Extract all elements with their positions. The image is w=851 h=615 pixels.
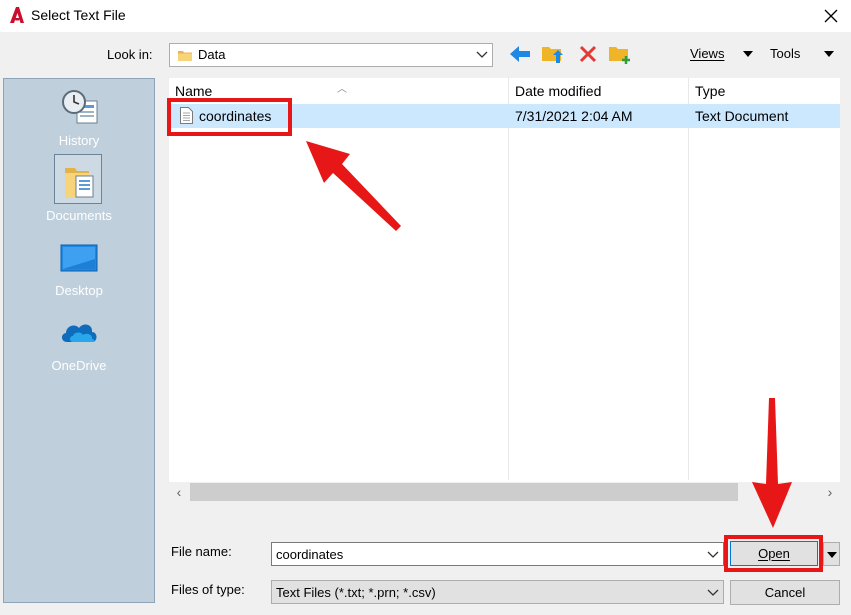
- type-cell: Text Document: [695, 108, 789, 124]
- up-one-level-button[interactable]: [541, 41, 565, 65]
- views-menu-button[interactable]: Views: [690, 46, 724, 61]
- files-of-type-label: Files of type:: [171, 582, 245, 597]
- files-of-type-dropdown[interactable]: Text Files (*.txt; *.prn; *.csv): [271, 580, 724, 604]
- scroll-left-icon[interactable]: ‹: [171, 484, 187, 500]
- place-onedrive[interactable]: OneDrive: [4, 306, 154, 378]
- look-in-label: Look in:: [107, 47, 153, 62]
- column-header-type[interactable]: Type: [689, 78, 840, 104]
- chevron-down-icon[interactable]: [706, 584, 720, 600]
- desktop-icon: [60, 244, 98, 272]
- place-label: OneDrive: [51, 358, 107, 373]
- sort-ascending-icon: ︿: [337, 84, 347, 95]
- place-desktop[interactable]: Desktop: [4, 231, 154, 303]
- documents-icon: [65, 168, 94, 198]
- column-divider: [508, 78, 509, 480]
- folder-icon: [178, 51, 192, 61]
- chevron-down-icon[interactable]: [706, 546, 720, 562]
- look-in-value: Data: [198, 47, 226, 62]
- back-button[interactable]: [508, 42, 532, 66]
- caret-down-icon[interactable]: [824, 50, 834, 58]
- places-bar: History Documents Desktop OneDrive: [3, 78, 155, 603]
- tools-menu-button[interactable]: Tools: [770, 46, 800, 61]
- onedrive-icon: [61, 324, 97, 342]
- caret-down-icon[interactable]: [743, 50, 753, 58]
- close-button[interactable]: [816, 1, 846, 31]
- file-name-cell[interactable]: coordinates: [199, 108, 271, 124]
- caret-down-icon: [827, 552, 837, 558]
- open-button[interactable]: Open: [730, 541, 818, 566]
- text-file-icon: [180, 107, 193, 124]
- place-label: Desktop: [55, 283, 103, 298]
- new-folder-button[interactable]: [608, 42, 632, 66]
- title-bar: [0, 0, 851, 32]
- file-list[interactable]: Name ︿ Date modified Type coordinates 7/…: [169, 78, 840, 502]
- place-label: History: [58, 133, 100, 148]
- file-name-label: File name:: [171, 544, 232, 559]
- cancel-button[interactable]: Cancel: [730, 580, 840, 605]
- column-header-date-modified[interactable]: Date modified: [509, 78, 689, 104]
- annotation-arrow-icon: [752, 398, 792, 528]
- delete-button[interactable]: [576, 42, 600, 66]
- scrollbar-thumb[interactable]: [190, 483, 738, 501]
- place-label: Documents: [46, 208, 112, 223]
- folder-up-icon: [542, 47, 563, 63]
- chevron-down-icon: [476, 51, 488, 58]
- file-name-input[interactable]: [271, 542, 724, 566]
- annotation-arrow-icon: [306, 141, 401, 231]
- history-icon: [62, 90, 98, 124]
- column-divider: [688, 78, 689, 480]
- open-options-dropdown[interactable]: [823, 542, 840, 566]
- scroll-right-icon[interactable]: ›: [822, 484, 838, 500]
- delete-x-icon: [579, 45, 597, 63]
- window-title: Select Text File: [31, 7, 126, 23]
- open-label: Open: [758, 546, 790, 561]
- close-icon: [824, 9, 838, 23]
- new-folder-icon: [609, 47, 630, 64]
- app-logo-icon: [10, 7, 24, 23]
- place-documents[interactable]: Documents: [4, 154, 154, 228]
- back-arrow-icon: [510, 46, 530, 62]
- place-history[interactable]: History: [4, 81, 154, 153]
- date-modified-cell: 7/31/2021 2:04 AM: [515, 108, 633, 124]
